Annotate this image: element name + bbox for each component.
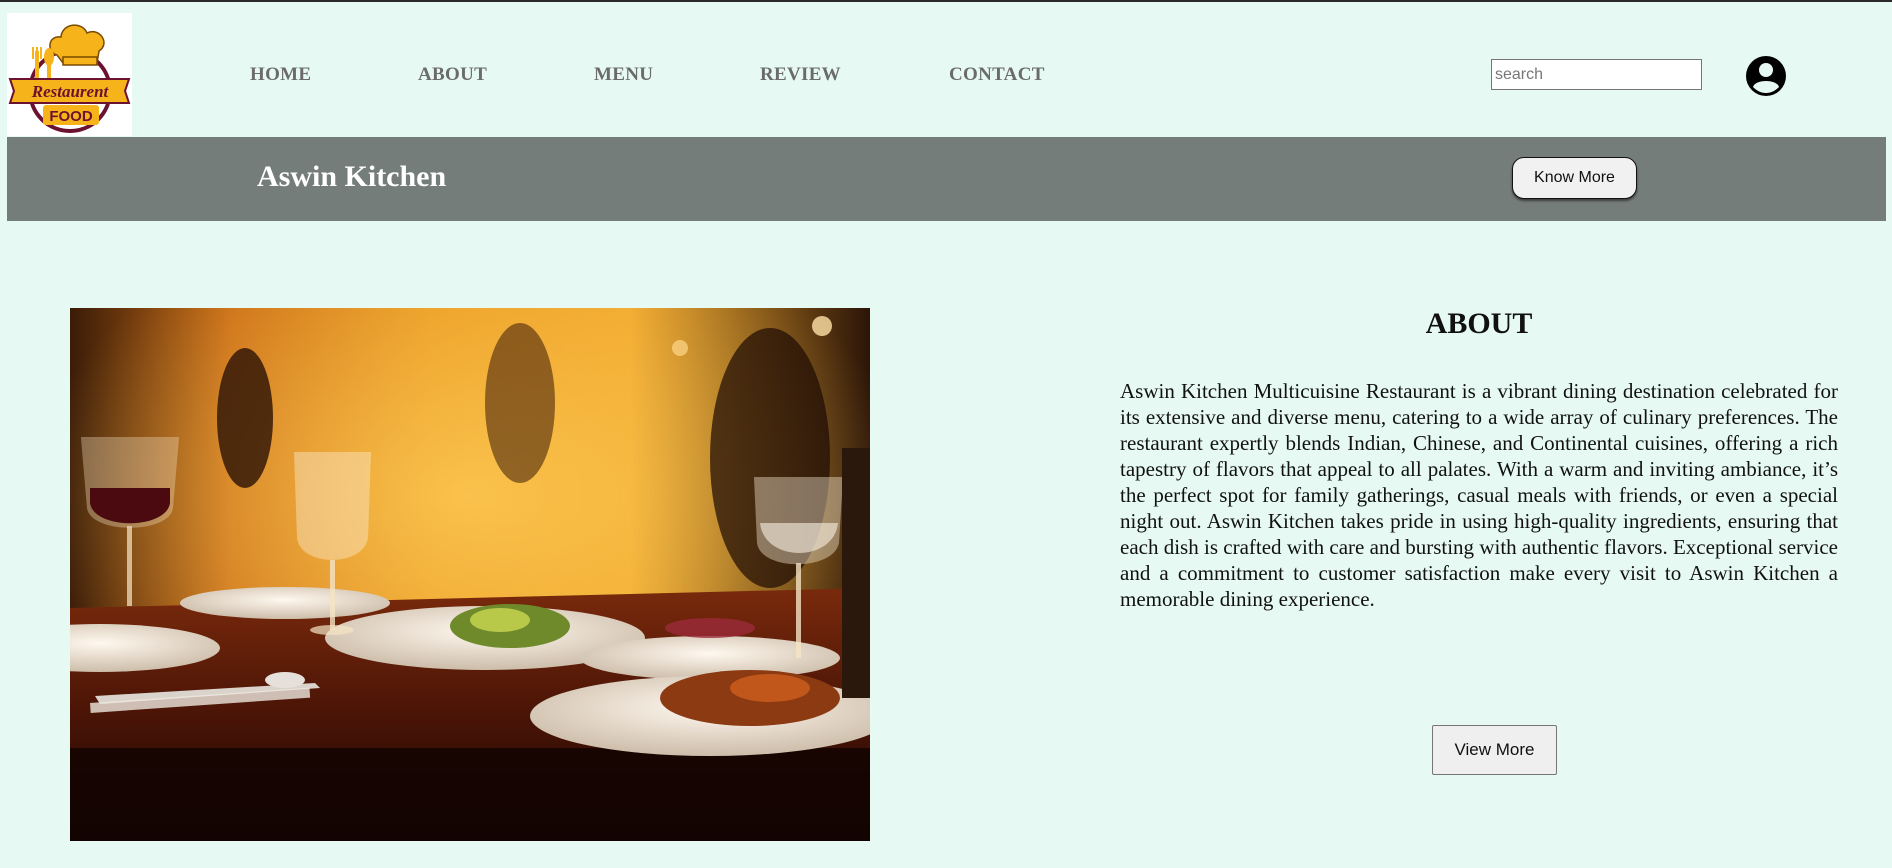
chef-hat-logo-icon: Restaurent FOOD <box>8 24 131 133</box>
logo-text-food: FOOD <box>49 108 92 125</box>
view-more-button[interactable]: View More <box>1432 725 1557 775</box>
user-account-button[interactable] <box>1745 55 1787 97</box>
about-heading: ABOUT <box>1425 307 1533 340</box>
brand-banner: Aswin Kitchen Know More <box>7 137 1886 221</box>
brand-name: Aswin Kitchen <box>257 160 447 193</box>
logo-text-restaurent: Restaurent <box>31 82 110 101</box>
restaurant-table-photo <box>70 308 870 841</box>
nav-review-link[interactable]: REVIEW <box>760 64 841 86</box>
nav-home-link[interactable]: HOME <box>250 64 311 86</box>
user-circle-icon <box>1746 56 1786 96</box>
nav-menu-link[interactable]: MENU <box>594 64 653 86</box>
about-description: Aswin Kitchen Multicuisine Restaurant is… <box>1120 379 1838 611</box>
search-input[interactable] <box>1491 59 1702 90</box>
restaurant-logo[interactable]: Restaurent FOOD <box>7 13 132 136</box>
nav-contact-link[interactable]: CONTACT <box>949 64 1045 86</box>
know-more-button[interactable]: Know More <box>1512 157 1637 199</box>
top-navigation-bar: Restaurent FOOD HOME ABOUT MENU REVIEW C… <box>0 2 1892 137</box>
nav-about-link[interactable]: ABOUT <box>418 64 487 86</box>
